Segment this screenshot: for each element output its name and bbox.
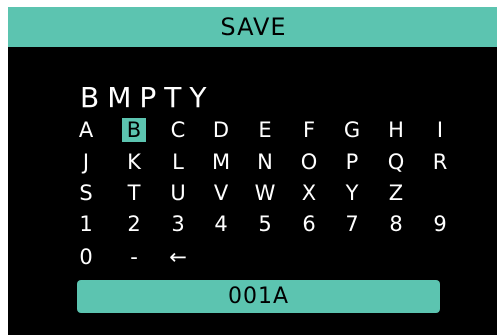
key-V[interactable]: V	[209, 181, 233, 205]
key-5[interactable]: 5	[253, 212, 277, 236]
key-M[interactable]: M	[209, 150, 233, 174]
key-B[interactable]: B	[122, 118, 146, 142]
key-8[interactable]: 8	[384, 212, 408, 236]
key-N[interactable]: N	[253, 150, 277, 174]
key-Q[interactable]: Q	[384, 150, 408, 174]
key-Z[interactable]: Z	[384, 181, 408, 205]
key-X[interactable]: X	[297, 181, 321, 205]
key-Y[interactable]: Y	[340, 181, 364, 205]
key-L[interactable]: L	[166, 150, 190, 174]
key-U[interactable]: U	[166, 181, 190, 205]
key-3[interactable]: 3	[166, 212, 190, 236]
key-T[interactable]: T	[122, 181, 146, 205]
key-S[interactable]: S	[74, 181, 98, 205]
key-P[interactable]: P	[340, 150, 364, 174]
key-4[interactable]: 4	[209, 212, 233, 236]
key-W[interactable]: W	[253, 181, 277, 205]
save-slot-button[interactable]: 001A	[77, 280, 440, 313]
key--[interactable]: -	[122, 245, 146, 269]
key-H[interactable]: H	[384, 118, 408, 142]
key-G[interactable]: G	[340, 118, 364, 142]
key-R[interactable]: R	[428, 150, 452, 174]
key-C[interactable]: C	[166, 118, 190, 142]
screen-title: SAVE	[8, 7, 497, 47]
key-K[interactable]: K	[122, 150, 146, 174]
key-J[interactable]: J	[74, 150, 98, 174]
key-I[interactable]: I	[428, 118, 452, 142]
key-2[interactable]: 2	[122, 212, 146, 236]
name-entry-field: BMPTY	[80, 81, 215, 114]
save-screen: SAVE BMPTY ABCDEFGHI JKLMNOPQR STUVWXYZ 123…	[8, 7, 497, 335]
key-0[interactable]: 0	[74, 245, 98, 269]
key-1[interactable]: 1	[74, 212, 98, 236]
key-7[interactable]: 7	[340, 212, 364, 236]
backspace-key[interactable]: ←	[166, 245, 190, 269]
key-D[interactable]: D	[209, 118, 233, 142]
key-6[interactable]: 6	[297, 212, 321, 236]
key-9[interactable]: 9	[428, 212, 452, 236]
key-F[interactable]: F	[297, 118, 321, 142]
key-O[interactable]: O	[297, 150, 321, 174]
key-A[interactable]: A	[74, 118, 98, 142]
key-E[interactable]: E	[253, 118, 277, 142]
